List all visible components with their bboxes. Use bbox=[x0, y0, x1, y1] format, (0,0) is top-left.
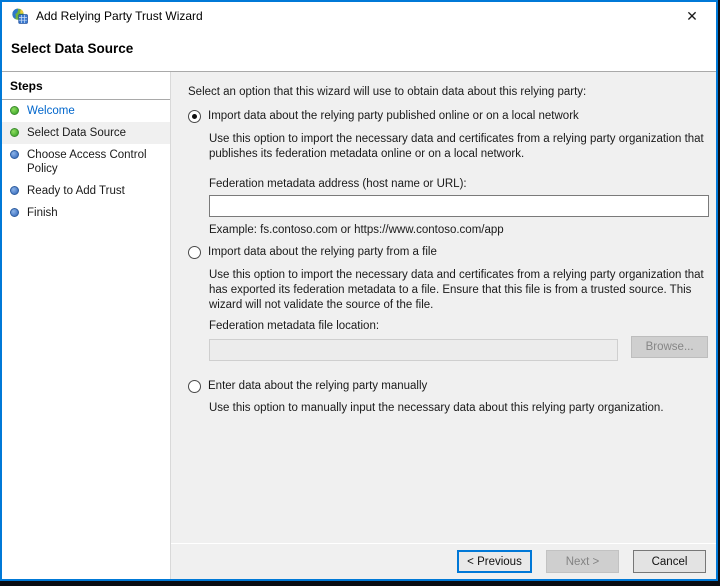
step-done-bullet-icon bbox=[10, 106, 19, 115]
step-todo-bullet-icon bbox=[10, 186, 19, 195]
wizard-window: Add Relying Party Trust Wizard ✕ Select … bbox=[0, 0, 718, 581]
title-bar: Add Relying Party Trust Wizard ✕ bbox=[2, 2, 716, 30]
radio-label[interactable]: Enter data about the relying party manua… bbox=[208, 379, 427, 394]
sidebar-item-welcome[interactable]: Welcome bbox=[2, 100, 170, 122]
file-input-row: Browse... bbox=[209, 336, 708, 361]
intro-text: Select an option that this wizard will u… bbox=[188, 86, 587, 98]
metadata-address-input[interactable] bbox=[209, 195, 709, 217]
main-area: Steps Welcome Select Data Source Choose … bbox=[2, 72, 716, 579]
step-label: Choose Access Control Policy bbox=[27, 149, 147, 175]
content-pane: Select an option that this wizard will u… bbox=[171, 72, 716, 579]
step-label: Welcome bbox=[27, 105, 75, 117]
cancel-button[interactable]: Cancel bbox=[633, 550, 706, 573]
option-enter-manually: Enter data about the relying party manua… bbox=[188, 379, 708, 394]
steps-sidebar: Steps Welcome Select Data Source Choose … bbox=[2, 72, 171, 579]
button-bar: < Previous Next > Cancel bbox=[171, 543, 716, 579]
sidebar-item-select-data-source[interactable]: Select Data Source bbox=[2, 122, 170, 144]
sidebar-item-choose-access-control-policy: Choose Access Control Policy bbox=[2, 144, 170, 180]
option-import-file-description: Use this option to import the necessary … bbox=[209, 269, 704, 311]
option-import-online-description: Use this option to import the necessary … bbox=[209, 133, 704, 160]
step-label: Finish bbox=[27, 207, 58, 219]
page-header: Select Data Source bbox=[2, 30, 716, 72]
close-button[interactable]: ✕ bbox=[676, 3, 708, 29]
radio-label[interactable]: Import data about the relying party publ… bbox=[208, 109, 579, 124]
window-title: Add Relying Party Trust Wizard bbox=[36, 9, 203, 23]
radio-label[interactable]: Import data about the relying party from… bbox=[208, 245, 437, 260]
previous-button[interactable]: < Previous bbox=[457, 550, 532, 573]
page-title: Select Data Source bbox=[11, 41, 134, 56]
metadata-address-label: Federation metadata address (host name o… bbox=[209, 178, 467, 190]
content-body: Select an option that this wizard will u… bbox=[171, 72, 716, 543]
metadata-file-label: Federation metadata file location: bbox=[209, 320, 380, 332]
adfs-wizard-icon bbox=[12, 8, 28, 24]
browse-button[interactable]: Browse... bbox=[631, 336, 708, 358]
close-icon: ✕ bbox=[686, 7, 698, 24]
option-import-online: Import data about the relying party publ… bbox=[188, 109, 708, 124]
step-done-bullet-icon bbox=[10, 128, 19, 137]
example-text: Example: fs.contoso.com or https://www.c… bbox=[209, 224, 504, 236]
sidebar-item-ready-to-add-trust: Ready to Add Trust bbox=[2, 180, 170, 202]
radio-import-online[interactable] bbox=[188, 110, 201, 123]
sidebar-item-finish: Finish bbox=[2, 202, 170, 224]
next-button[interactable]: Next > bbox=[546, 550, 619, 573]
steps-heading: Steps bbox=[2, 72, 170, 100]
metadata-file-input[interactable] bbox=[209, 339, 619, 361]
radio-import-file[interactable] bbox=[188, 246, 201, 259]
radio-enter-manually[interactable] bbox=[188, 380, 201, 393]
option-enter-manually-description: Use this option to manually input the ne… bbox=[209, 402, 664, 414]
step-label: Ready to Add Trust bbox=[27, 185, 125, 197]
step-todo-bullet-icon bbox=[10, 208, 19, 217]
option-import-file: Import data about the relying party from… bbox=[188, 245, 708, 260]
step-label: Select Data Source bbox=[27, 127, 127, 139]
step-todo-bullet-icon bbox=[10, 150, 19, 159]
